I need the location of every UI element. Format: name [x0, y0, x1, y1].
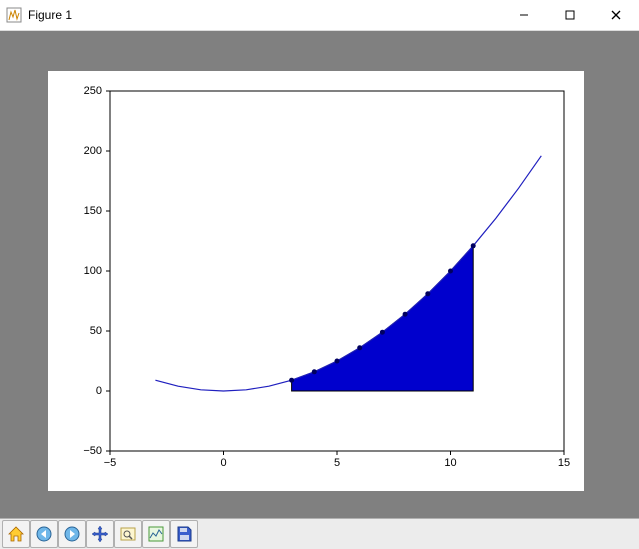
titlebar: Figure 1 [0, 0, 639, 31]
home-button[interactable] [2, 520, 30, 548]
minimize-button[interactable] [501, 0, 547, 30]
zoom-button[interactable] [114, 520, 142, 548]
subplots-icon [147, 525, 165, 543]
y-tick-label: −50 [62, 445, 102, 457]
y-tick-label: 50 [62, 325, 102, 337]
subplots-button[interactable] [142, 520, 170, 548]
y-tick-label: 150 [62, 205, 102, 217]
x-tick-label: 0 [220, 457, 226, 469]
figure-window: Figure 1 −5051015−50050100150200250 [0, 0, 639, 549]
y-tick-label: 200 [62, 145, 102, 157]
save-button[interactable] [170, 520, 198, 548]
zoom-icon [119, 525, 137, 543]
y-tick-label: 250 [62, 85, 102, 97]
back-icon [35, 525, 53, 543]
x-tick-label: 15 [558, 457, 570, 469]
plot-svg [48, 71, 584, 491]
window-title: Figure 1 [28, 8, 501, 22]
forward-icon [63, 525, 81, 543]
y-tick-label: 100 [62, 265, 102, 277]
pan-button[interactable] [86, 520, 114, 548]
plot-axes [48, 71, 584, 491]
x-tick-label: 10 [444, 457, 456, 469]
x-tick-label: −5 [104, 457, 117, 469]
forward-button[interactable] [58, 520, 86, 548]
nav-toolbar [0, 518, 639, 549]
app-icon [6, 7, 22, 23]
x-tick-label: 5 [334, 457, 340, 469]
pan-icon [91, 525, 109, 543]
y-tick-label: 0 [62, 385, 102, 397]
back-button[interactable] [30, 520, 58, 548]
save-icon [175, 525, 193, 543]
close-button[interactable] [593, 0, 639, 30]
home-icon [7, 525, 25, 543]
figure-canvas[interactable]: −5051015−50050100150200250 [0, 31, 639, 518]
maximize-button[interactable] [547, 0, 593, 30]
